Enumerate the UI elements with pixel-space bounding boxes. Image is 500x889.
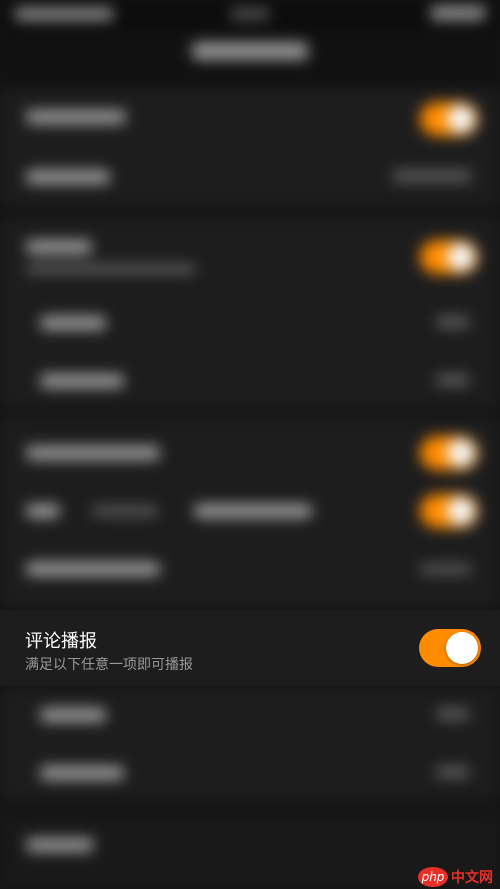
blurred-settings-background (0, 0, 500, 889)
status-bar (0, 0, 500, 30)
toggle-knob (446, 632, 478, 664)
php-logo-icon: php (418, 867, 448, 887)
comment-broadcast-title: 评论播报 (25, 631, 97, 652)
blurred-group-1 (0, 88, 500, 206)
comment-broadcast-toggle[interactable] (419, 629, 481, 667)
blurred-group-2 (0, 218, 500, 408)
settings-screen: 评论播报 满足以下任意一项即可播报 php 中文网 (0, 0, 500, 889)
watermark-site-text: 中文网 (451, 870, 493, 886)
navigation-bar (0, 30, 500, 90)
blurred-group-3 (0, 418, 500, 608)
comment-broadcast-subtitle: 满足以下任意一项即可播报 (25, 657, 193, 673)
blurred-group-4 (0, 686, 500, 800)
watermark: php 中文网 (418, 866, 493, 888)
